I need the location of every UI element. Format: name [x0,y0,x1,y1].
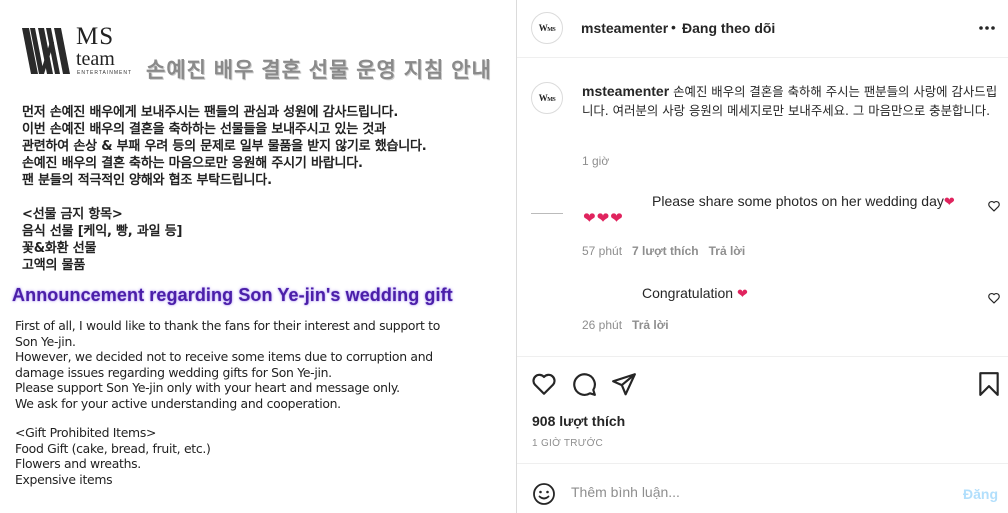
comment-icon[interactable] [571,371,597,397]
post-image[interactable]: MS team ENTERTAINMENT 손예진 배우 결혼 선물 운영 지침… [0,0,516,513]
logo-ms-text: MS [76,23,115,50]
en-line: First of all, I would like to thank the … [15,318,441,333]
ko-line: 팬 분들의 적극적인 양해와 협조 부탁드립니다. [22,173,272,188]
comment-text: Congratulation ❤ [642,285,748,301]
comment-body: Congratulation [642,285,734,301]
comment-time: 57 phút [582,244,623,258]
comment-meta: 57 phút 7 lượt thích Trả lời [582,244,745,258]
caption-time: 1 giờ [582,154,610,168]
en-line: However, we decided not to receive some … [15,349,433,364]
english-title: Announcement regarding Son Ye-jin's wedd… [12,285,453,305]
heart-emoji: ❤ [943,194,955,209]
comment-likes-link[interactable]: 7 lượt thích [632,244,699,258]
korean-body: 먼저 손예진 배우에게 보내주시는 팬들의 관심과 성원에 감사드립니다. 이번… [22,104,512,274]
logo-team-text: team [76,48,115,70]
following-button[interactable]: Đang theo dõi [682,20,775,36]
comment-body: Please share some photos on her wedding … [652,193,944,209]
post-side-panel: WMS msteamenter • Đang theo dõi WMS mste… [517,0,1008,513]
comment-like-icon[interactable] [987,199,1001,213]
ko-list-item: 고액의 물품 [22,258,86,273]
logo-w-mark [22,28,70,74]
logo-ent-text: ENTERTAINMENT [77,70,133,76]
reply-link[interactable]: Trả lời [632,318,669,332]
caption: msteamenter 손예진 배우의 결혼을 축하해 주시는 팬분들의 사랑에 … [582,82,1002,120]
en-line: Please support Son Ye-jin only with your… [15,380,400,395]
english-body: First of all, I would like to thank the … [15,318,510,487]
comment-like-icon[interactable] [987,291,1001,305]
ko-list-item: <선물 금지 항목> [22,207,123,222]
en-line: We ask for your active understanding and… [15,395,341,411]
en-list-item: Food Gift (cake, bread, fruit, etc.) [15,440,211,456]
ko-line: 먼저 손예진 배우에게 보내주시는 팬들의 관심과 성원에 감사드립니다. [22,105,399,120]
en-line: damage issues regarding wedding gifts fo… [15,364,332,380]
heart-emojis: ❤❤❤ [583,210,624,227]
comment-meta: 26 phút Trả lời [582,318,669,332]
comment-time: 26 phút [582,318,623,332]
post-comment-button[interactable]: Đăng [963,486,998,502]
comment-bar: Đăng [517,463,1008,513]
post-timestamp: 1 GIỜ TRƯỚC [532,438,604,449]
more-options-icon[interactable] [977,22,997,34]
comment-text: Please share some photos on her wedding … [652,193,955,209]
en-list-item: <Gift Prohibited Items> [15,425,157,440]
ko-line: 손예진 배우의 결혼 축하는 마음으로만 응원해 주시기 바랍니다. [22,156,363,171]
actions-divider [517,356,1008,357]
share-icon[interactable] [611,371,637,397]
likes-count[interactable]: 908 lượt thích [532,413,625,429]
comment-avatar[interactable] [531,190,563,214]
ko-line: 이번 손예진 배우의 결혼을 축하하는 선물들을 보내주시고 있는 것과 [22,122,386,137]
caption-username[interactable]: msteamenter [582,83,669,99]
comment-input[interactable] [571,484,931,500]
avatar-logo-icon: WMS [538,93,556,103]
header-username[interactable]: msteamenter [581,20,668,36]
ko-line: 관련하여 손상 & 부패 우려 등의 문제로 일부 물품을 받지 않기로 했습니… [22,139,427,154]
header-separator: • [671,19,676,35]
post-header: WMS msteamenter • Đang theo dõi [517,0,1008,58]
avatar-logo-icon: WMS [538,23,556,33]
reply-link[interactable]: Trả lời [709,244,746,258]
heart-emoji: ❤ [736,286,748,301]
en-list-item: Expensive items [15,471,113,487]
ko-list-item: 꽃&화환 선물 [22,241,97,256]
emoji-icon[interactable] [532,482,556,506]
ko-list-item: 음식 선물 [케익, 빵, 과일 등] [22,224,183,239]
heart-icon[interactable] [531,371,557,397]
en-line: Son Ye-jin. [15,333,76,349]
caption-avatar[interactable]: WMS [531,82,563,114]
en-list-item: Flowers and wreaths. [15,456,141,471]
bookmark-icon[interactable] [976,371,1002,397]
avatar[interactable]: WMS [531,12,563,44]
ms-team-logo: MS team ENTERTAINMENT [20,24,132,78]
korean-title: 손예진 배우 결혼 선물 운영 지침 안내 [146,59,492,82]
